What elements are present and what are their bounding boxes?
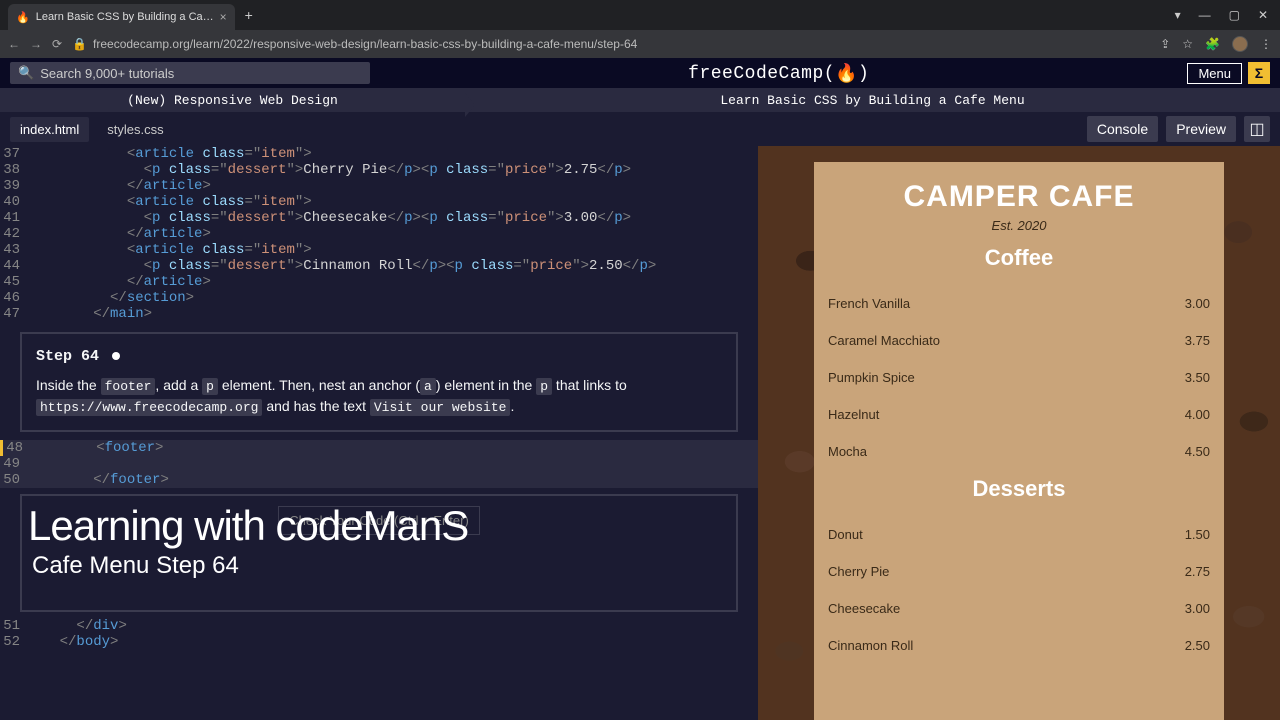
search-input[interactable]: 🔍 Search 9,000+ tutorials xyxy=(10,62,370,84)
forward-icon[interactable]: → xyxy=(30,37,42,51)
tab-title: Learn Basic CSS by Building a Ca… xyxy=(36,11,214,23)
tab-favicon: 🔥 xyxy=(16,11,30,24)
breadcrumb: (New) Responsive Web Design Learn Basic … xyxy=(0,88,1280,112)
crumb-curriculum[interactable]: (New) Responsive Web Design xyxy=(0,93,465,108)
step-title: Step 64 xyxy=(36,346,722,369)
new-tab-button[interactable]: + xyxy=(245,7,253,23)
search-icon: 🔍 xyxy=(18,65,34,81)
site-topbar: 🔍 Search 9,000+ tutorials freeCodeCamp(🔥… xyxy=(0,58,1280,88)
step-dot-icon xyxy=(112,352,120,360)
url-field[interactable]: 🔒freecodecamp.org/learn/2022/responsive-… xyxy=(72,37,1150,51)
tab-index-html[interactable]: index.html xyxy=(10,117,89,142)
kebab-icon[interactable]: ⋮ xyxy=(1260,37,1272,51)
extensions-icon[interactable]: 🧩 xyxy=(1205,37,1220,51)
window-controls: ▾ — ▢ ✕ xyxy=(1175,8,1280,22)
avatar[interactable] xyxy=(1232,36,1248,52)
menu-title: CAMPER CAFE xyxy=(828,180,1210,214)
reload-icon[interactable]: ⟳ xyxy=(52,37,62,51)
maximize-icon[interactable]: ▢ xyxy=(1229,8,1240,22)
sigma-button[interactable]: Σ xyxy=(1248,62,1270,84)
file-tabs-row: index.html styles.css Console Preview ◫ xyxy=(0,112,1280,146)
preview-pane: CAMPER CAFE Est. 2020 Coffee French Vanil… xyxy=(758,146,1280,720)
lock-icon: 🔒 xyxy=(72,37,87,51)
step-text: Inside the footer, add a p element. Then… xyxy=(36,375,722,418)
menu-button[interactable]: Menu xyxy=(1187,63,1242,84)
menu-item: Cinnamon Roll2.50 xyxy=(828,627,1210,664)
menu-est: Est. 2020 xyxy=(828,218,1210,233)
layout-icon[interactable]: ◫ xyxy=(1244,116,1270,142)
code-editor[interactable]: 37 <article class="item">38 <p class="de… xyxy=(0,146,758,720)
menu-item: Cheesecake3.00 xyxy=(828,590,1210,627)
check-panel: Check Your Code (Ctrl + Enter) Learning … xyxy=(20,494,738,612)
menu-item: Caramel Macchiato3.75 xyxy=(828,322,1210,359)
star-icon[interactable]: ☆ xyxy=(1182,37,1193,51)
close-icon[interactable]: × xyxy=(220,10,227,24)
menu-item: Donut1.50 xyxy=(828,516,1210,553)
overlay-subtitle: Cafe Menu Step 64 xyxy=(32,552,239,580)
chevron-down-icon[interactable]: ▾ xyxy=(1175,8,1181,22)
menu-item: Cherry Pie2.75 xyxy=(828,553,1210,590)
tab-styles-css[interactable]: styles.css xyxy=(97,117,173,142)
address-bar: ← → ⟳ 🔒freecodecamp.org/learn/2022/respo… xyxy=(0,30,1280,58)
minimize-icon[interactable]: — xyxy=(1199,8,1211,22)
crumb-lesson[interactable]: Learn Basic CSS by Building a Cafe Menu xyxy=(465,93,1280,108)
instructions-panel: Step 64 Inside the footer, add a p eleme… xyxy=(20,332,738,432)
browser-titlebar: 🔥 Learn Basic CSS by Building a Ca… × + … xyxy=(0,0,1280,30)
menu-item: Mocha4.50 xyxy=(828,433,1210,470)
menu-section-heading: Coffee xyxy=(828,245,1210,271)
menu-card: CAMPER CAFE Est. 2020 Coffee French Vanil… xyxy=(814,162,1224,720)
preview-button[interactable]: Preview xyxy=(1166,116,1236,142)
console-button[interactable]: Console xyxy=(1087,116,1158,142)
browser-tab[interactable]: 🔥 Learn Basic CSS by Building a Ca… × xyxy=(8,4,235,30)
share-icon[interactable]: ⇪ xyxy=(1160,37,1170,51)
overlay-title: Learning with codeManS xyxy=(28,502,468,550)
back-icon[interactable]: ← xyxy=(8,37,20,51)
site-brand: freeCodeCamp(🔥) xyxy=(370,62,1187,84)
menu-item: Hazelnut4.00 xyxy=(828,396,1210,433)
fire-icon: 🔥 xyxy=(835,63,858,85)
menu-item: French Vanilla3.00 xyxy=(828,285,1210,322)
close-window-icon[interactable]: ✕ xyxy=(1258,8,1268,22)
menu-item: Pumpkin Spice3.50 xyxy=(828,359,1210,396)
menu-section-heading: Desserts xyxy=(828,476,1210,502)
